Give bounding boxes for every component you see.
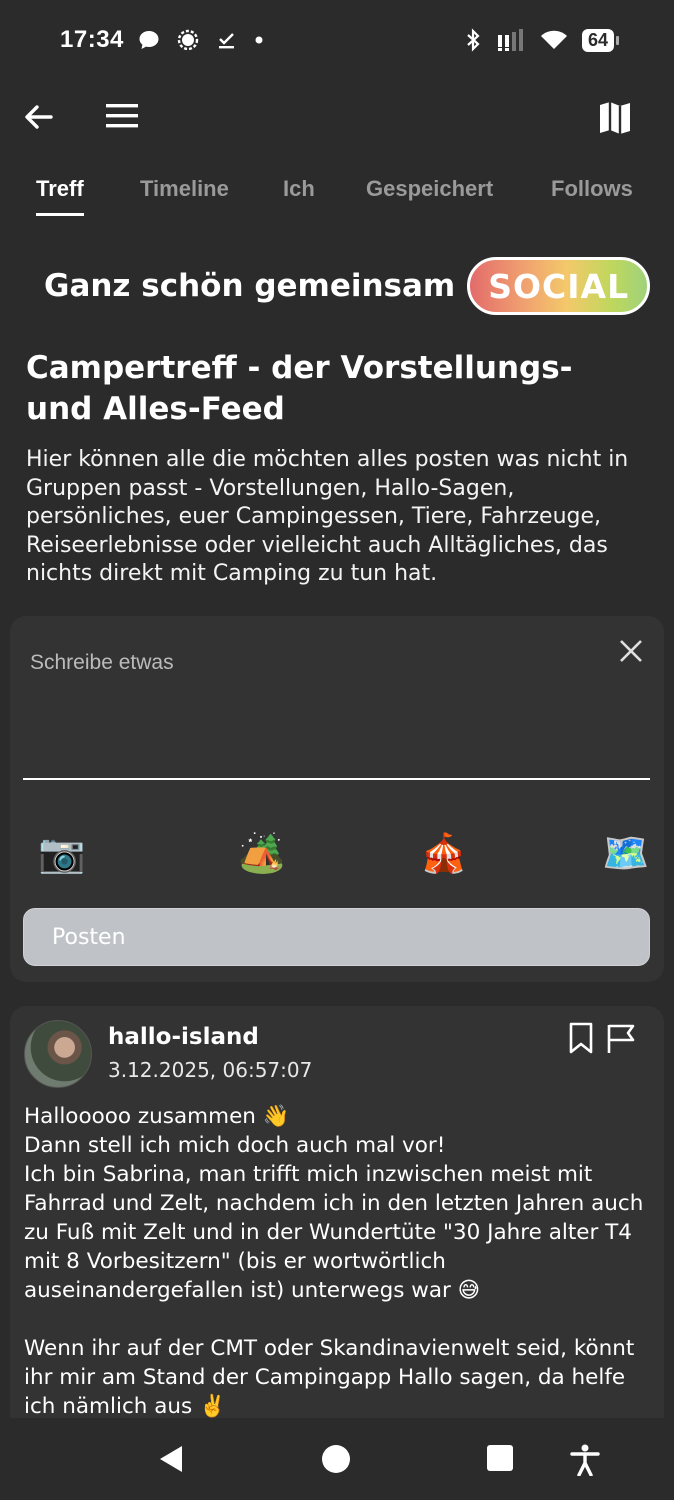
dot-icon — [255, 36, 263, 44]
close-icon[interactable] — [618, 638, 644, 664]
wifi-icon — [540, 30, 567, 49]
status-time: 17:34 — [60, 26, 124, 53]
post-author[interactable]: hallo-island — [108, 1024, 259, 1050]
composer-underline — [23, 778, 650, 780]
nav-recents-icon[interactable] — [486, 1444, 514, 1476]
hero-title: Ganz schön gemeinsam — [44, 268, 456, 304]
feed-description: Hier können alle die möchten alles poste… — [26, 447, 629, 586]
composer-input[interactable]: Schreibe etwas — [30, 651, 174, 675]
bluetooth-icon — [467, 28, 480, 52]
back-arrow-icon[interactable] — [22, 100, 56, 134]
post-body: Hallooooo zusammen 👋 Dann stell ich mich… — [24, 1104, 644, 1419]
tab-bar: Treff Timeline Ich Gespeichert Follows — [0, 170, 674, 218]
social-badge: SOCIAL — [467, 257, 651, 315]
signal-app-icon — [177, 29, 199, 51]
camera-icon[interactable]: 📷 — [38, 828, 85, 878]
status-bar: 17:34 64 — [0, 0, 674, 80]
tab-gespeichert[interactable]: Gespeichert — [366, 176, 493, 202]
notification-icons — [138, 28, 264, 52]
menu-icon[interactable] — [104, 102, 140, 130]
tab-ich[interactable]: Ich — [283, 176, 315, 202]
hero-banner: Ganz schön gemeinsam SOCIAL — [44, 256, 651, 316]
tab-treff[interactable]: Treff — [36, 176, 84, 216]
system-nav-bar — [0, 1418, 674, 1500]
feed-heading: Campertreff - der Vorstellungs- und Alle… — [26, 350, 573, 427]
nav-home-icon[interactable] — [321, 1444, 351, 1478]
avatar[interactable] — [24, 1020, 92, 1088]
cell-signal-icon — [497, 29, 523, 51]
accessibility-icon[interactable] — [570, 1444, 600, 1480]
world-map-icon[interactable]: 🗺️ — [602, 828, 649, 878]
battery-icon: 64 — [581, 28, 620, 52]
check-icon — [218, 33, 234, 49]
post-composer: Schreibe etwas 📷 🏕️ 🎪 🗺️ Posten — [10, 616, 664, 982]
post-actions — [568, 1022, 636, 1054]
camping-icon[interactable]: 🏕️ — [238, 828, 285, 878]
post-button[interactable]: Posten — [23, 908, 650, 966]
nav-back-icon[interactable] — [156, 1444, 186, 1478]
post-date: 3.12.2025, 06:57:07 — [108, 1058, 313, 1082]
app-bar — [0, 90, 674, 148]
tab-follows[interactable]: Follows — [551, 176, 633, 202]
message-icon — [139, 31, 159, 49]
post-card: hallo-island 3.12.2025, 06:57:07 Hallooo… — [10, 1006, 664, 1426]
map-icon[interactable] — [598, 100, 632, 136]
circus-tent-icon[interactable]: 🎪 — [420, 828, 467, 878]
bookmark-icon[interactable] — [568, 1022, 594, 1054]
tab-timeline[interactable]: Timeline — [140, 176, 229, 202]
flag-icon[interactable] — [606, 1022, 636, 1054]
